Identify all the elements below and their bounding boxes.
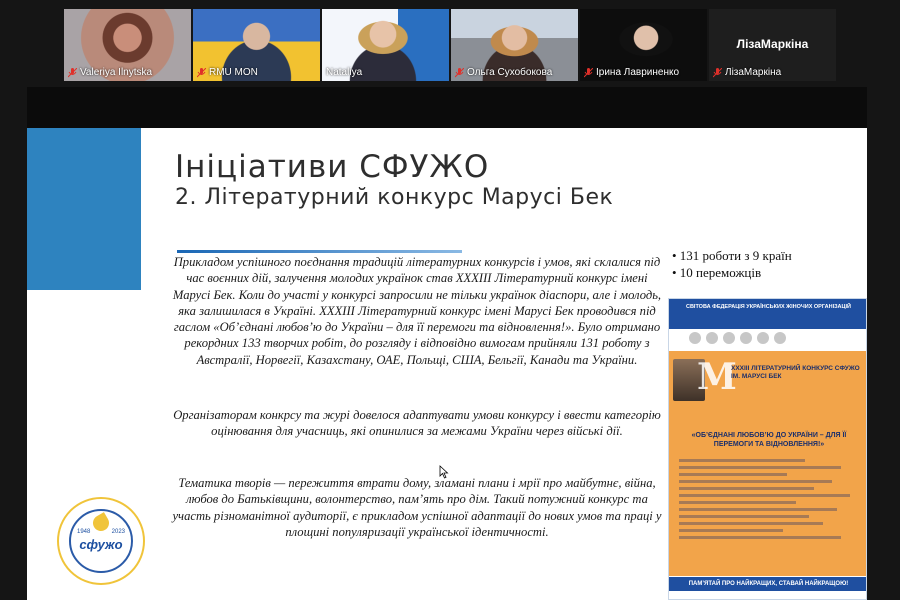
participant-label: Ольга Сухобокова xyxy=(455,67,552,78)
mic-muted-icon xyxy=(455,67,464,78)
poster-footer: ПАМ’ЯТАЙ ПРО НАЙКРАЩИХ, СТАВАЙ НАЙКРАЩОЮ… xyxy=(669,577,866,591)
mic-muted-icon xyxy=(68,67,77,78)
slide-paragraph-2: Організаторам конкрсу та журі довелося а… xyxy=(173,408,661,439)
participant-label: Nataliya xyxy=(326,67,362,78)
stats-item: • 10 переможців xyxy=(672,265,762,280)
slide-paragraph-3: Тематика творів — пережиття втрати дому,… xyxy=(172,476,662,539)
logo-year-end: 2023 xyxy=(111,529,125,535)
poster-body: М ХХХІІІ ЛІТЕРАТУРНИЙ КОНКУРС СФУЖО ІМ. … xyxy=(669,351,866,576)
poster-fine-print xyxy=(679,459,859,543)
participant-name: ЛізаМаркіна xyxy=(725,67,782,78)
poster-header: СВІТОВА ФЕДЕРАЦІЯ УКРАЇНСЬКИХ ЖІНОЧИХ ОР… xyxy=(669,299,866,329)
participant-tile-valeriya[interactable]: Valeriya Ilnytska xyxy=(64,9,191,81)
participant-tile-rmu-mon[interactable]: RMU MON xyxy=(193,9,320,81)
logo-brand: сфужо xyxy=(79,537,123,552)
participant-tile-iryna[interactable]: Ірина Лавриненко xyxy=(580,9,707,81)
poster-title: ХХХІІІ ЛІТЕРАТУРНИЙ КОНКУРС СФУЖО ІМ. МА… xyxy=(731,365,860,380)
participant-label: RMU MON xyxy=(197,67,258,78)
decorative-underline xyxy=(177,250,462,253)
slide-stats-list: • 131 роботи з 9 країн • 10 переможців xyxy=(672,247,792,281)
participant-tile-olha[interactable]: Ольга Сухобокова xyxy=(451,9,578,81)
shared-screen[interactable]: Ініціативи СФУЖО 2. Літературний конкурс… xyxy=(27,87,867,600)
participant-label: Valeriya Ilnytska xyxy=(68,67,152,78)
sfuzho-logo: 1948 2023 сфужо xyxy=(57,497,145,585)
slide-paragraph-1: Прикладом успішного поєднання традицій л… xyxy=(172,255,662,367)
slide-title: Ініціативи СФУЖО xyxy=(175,149,490,185)
mic-muted-icon xyxy=(713,67,722,78)
participant-label: Ірина Лавриненко xyxy=(584,67,679,78)
participant-name: Ольга Сухобокова xyxy=(467,67,553,78)
participant-name: Nataliya xyxy=(326,67,363,78)
mouse-cursor-icon xyxy=(439,465,449,479)
poster-partner-logos xyxy=(689,332,786,344)
mic-muted-icon xyxy=(197,67,206,78)
participant-tile-nataliya[interactable]: Nataliya xyxy=(322,9,449,81)
mic-muted-icon xyxy=(584,67,593,78)
participant-strip: Valeriya Ilnytska RMU MON Nataliya Ольга… xyxy=(64,9,842,81)
participant-name: Ірина Лавриненко xyxy=(596,67,680,78)
participant-name: Valeriya Ilnytska xyxy=(80,67,153,78)
slide-top-bar xyxy=(27,87,867,128)
participant-display-name: ЛізаМаркіна xyxy=(736,37,809,51)
stats-item: • 131 роботи з 9 країн xyxy=(672,248,792,263)
contest-poster-image: СВІТОВА ФЕДЕРАЦІЯ УКРАЇНСЬКИХ ЖІНОЧИХ ОР… xyxy=(668,298,867,600)
participant-name: RMU MON xyxy=(209,67,258,78)
logo-year-start: 1948 xyxy=(77,529,91,535)
slide-accent-bar xyxy=(27,128,141,290)
slide-subtitle: 2. Літературний конкурс Марусі Бек xyxy=(175,185,614,210)
poster-motto: «ОБ’ЄДНАНІ ЛЮБОВ’Ю ДО УКРАЇНИ – ДЛЯ ЇЇ П… xyxy=(691,432,847,448)
participant-tile-liza[interactable]: ЛізаМаркіна ЛізаМаркіна xyxy=(709,9,836,81)
participant-label: ЛізаМаркіна xyxy=(713,67,781,78)
